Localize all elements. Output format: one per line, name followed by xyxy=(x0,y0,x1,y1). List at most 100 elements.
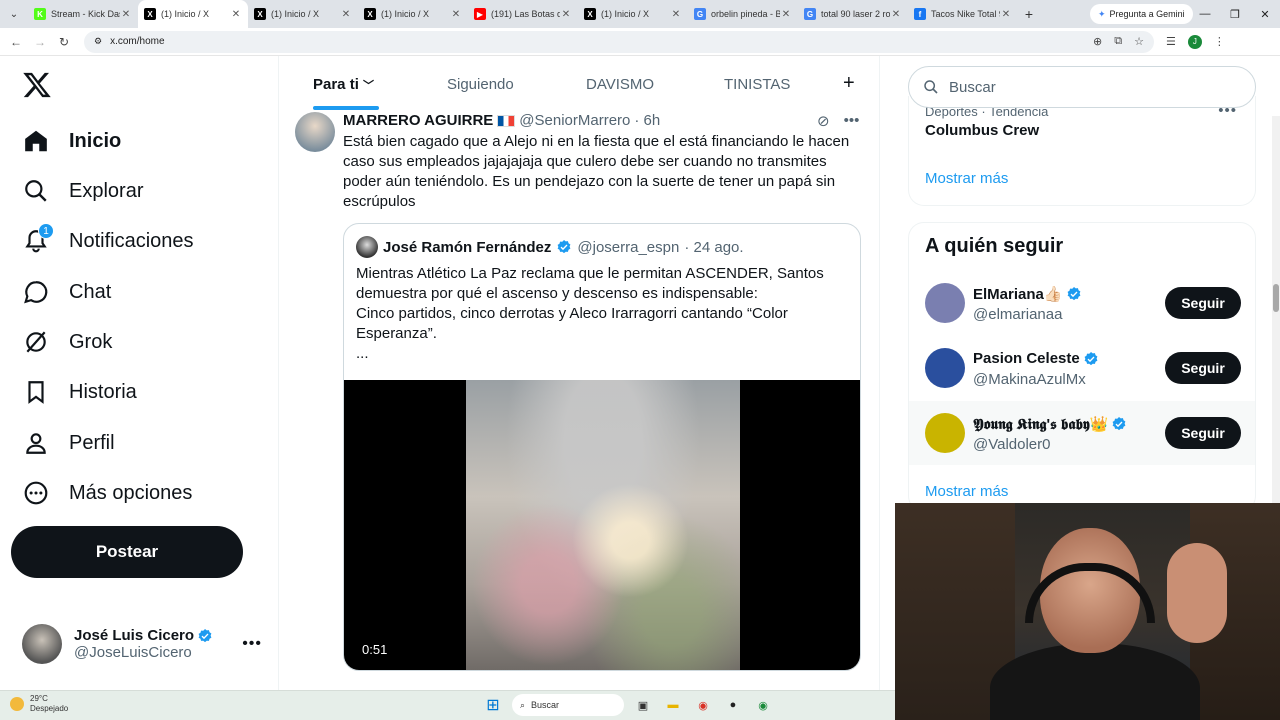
add-list-button[interactable]: + xyxy=(843,72,855,95)
nav-item-explorar[interactable]: Explorar xyxy=(22,174,143,208)
nav-item-notificaciones[interactable]: 1 Notificaciones xyxy=(22,223,194,258)
tweet-author-handle[interactable]: @SeniorMarrero xyxy=(519,112,630,129)
suggestion-avatar xyxy=(925,283,965,323)
nav-label: Chat xyxy=(69,280,112,303)
install-icon[interactable]: ⧉ xyxy=(1114,35,1122,48)
browser-tab[interactable]: K Stream - Kick Dash✕ xyxy=(28,0,138,28)
browser-tab[interactable]: X (1) Inicio / X ✕ xyxy=(358,0,468,28)
user-name: José Luis Cicero xyxy=(74,627,195,644)
quoted-author-name: José Ramón Fernández xyxy=(383,238,552,256)
more-icon[interactable]: ••• xyxy=(844,112,860,130)
nav-item-chat[interactable]: Chat xyxy=(22,275,111,309)
close-tab-icon[interactable]: ✕ xyxy=(560,9,572,20)
browser-tab-title: (1) Inicio / X xyxy=(271,9,320,19)
file-explorer-icon[interactable]: ▬ xyxy=(662,694,684,716)
back-icon[interactable]: ← xyxy=(4,30,28,54)
tweet-author-name[interactable]: MARRERO AGUIRRE xyxy=(343,112,493,129)
gemini-button[interactable]: ✦ Pregunta a Gemini xyxy=(1090,4,1193,24)
follow-button[interactable]: Seguir xyxy=(1165,352,1241,384)
tab-davismo[interactable]: DAVISMO xyxy=(586,76,654,93)
chrome-menu-icon[interactable]: ⋮ xyxy=(1214,35,1225,48)
suggestion-row[interactable]: Pasion Celeste @MakinaAzulMx Seguir xyxy=(909,336,1255,400)
obs-icon[interactable]: ● xyxy=(722,694,744,716)
close-icon[interactable]: ✕ xyxy=(1250,0,1280,28)
reload-icon[interactable]: ↻ xyxy=(52,30,76,54)
reading-list-icon[interactable]: ☰ xyxy=(1166,35,1176,48)
browser-tab-title: orbelin pineda - B xyxy=(711,9,780,19)
task-view-icon[interactable]: ▣ xyxy=(632,694,654,716)
nav-item-inicio[interactable]: Inicio xyxy=(22,124,121,158)
follow-button[interactable]: Seguir xyxy=(1165,417,1241,449)
close-tab-icon[interactable]: ✕ xyxy=(780,9,792,20)
browser-tab[interactable]: X (1) Inicio / X ✕ xyxy=(578,0,688,28)
tab-siguiendo[interactable]: Siguiendo xyxy=(447,76,514,93)
video-player[interactable]: 0:51 xyxy=(344,380,860,670)
nav-item-perfil[interactable]: Perfil xyxy=(22,426,115,460)
restore-icon[interactable]: ❐ xyxy=(1220,0,1250,28)
suggestion-row[interactable]: ElMariana👍🏻 @elmarianaa Seguir xyxy=(909,271,1255,335)
follow-button[interactable]: Seguir xyxy=(1165,287,1241,319)
search-box[interactable]: Buscar xyxy=(908,66,1256,108)
kick-icon: K xyxy=(34,8,46,20)
close-tab-icon[interactable]: ✕ xyxy=(340,9,352,20)
trend-title[interactable]: Columbus Crew xyxy=(925,122,1039,139)
address-bar[interactable]: ⚙ x.com/home ⊕ ⧉ ☆ xyxy=(84,30,1154,53)
zoom-icon[interactable]: ⊕ xyxy=(1093,35,1102,48)
chrome-icon[interactable]: ◉ xyxy=(692,694,714,716)
suggestion-row[interactable]: 𝖄𝖔𝖚𝖓𝖌 𝕶𝖎𝖓𝖌'𝖘 𝖇𝖆𝖇𝖞👑 @Valdoler0 Seguir xyxy=(909,401,1255,465)
x-logo-icon[interactable] xyxy=(22,70,52,100)
bookmark-star-icon[interactable]: ☆ xyxy=(1134,35,1144,48)
browser-tab[interactable]: Gtotal 90 laser 2 ro ✕ xyxy=(798,0,908,28)
browser-tab-title: (1) Inicio / X xyxy=(161,9,210,19)
close-tab-icon[interactable]: ✕ xyxy=(230,9,242,20)
youtube-icon: ▶ xyxy=(474,8,486,20)
account-menu-icon[interactable]: ••• xyxy=(242,635,262,653)
nav-label: Perfil xyxy=(69,431,115,454)
quoted-tweet[interactable]: José Ramón Fernández @joserra_espn · 24 … xyxy=(343,223,861,671)
nav-item-mas-opciones[interactable]: Más opciones xyxy=(22,476,192,510)
webcam-overlay xyxy=(895,503,1280,720)
post-button[interactable]: Postear xyxy=(11,526,243,578)
close-tab-icon[interactable]: ✕ xyxy=(890,9,902,20)
tweet-time[interactable]: · 6h xyxy=(634,112,660,129)
scrollbar-thumb[interactable] xyxy=(1273,284,1279,312)
minimize-icon[interactable]: — xyxy=(1190,0,1220,28)
close-tab-icon[interactable]: ✕ xyxy=(120,9,132,20)
browser-tab[interactable]: X (1) Inicio / X ✕ xyxy=(248,0,358,28)
tab-para-ti[interactable]: Para ti ﹀ xyxy=(313,76,374,93)
tweet-avatar[interactable] xyxy=(295,112,335,152)
show-more-link[interactable]: Mostrar más xyxy=(925,170,1008,187)
tweet-header: MARRERO AGUIRRE @SeniorMarrero · 6h xyxy=(343,112,660,129)
site-info-icon[interactable]: ⚙ xyxy=(94,36,102,47)
suggestion-name-row: Pasion Celeste xyxy=(973,350,1099,367)
browser-tab[interactable]: f Tacos Nike Total 9 ✕ xyxy=(908,0,1018,28)
nav-item-grok[interactable]: Grok xyxy=(22,325,112,359)
browser-tab[interactable]: X (1) Inicio / X ✕ xyxy=(138,0,248,28)
nav-item-historia[interactable]: Historia xyxy=(22,375,137,409)
profile-avatar[interactable]: J xyxy=(1187,34,1202,49)
suggestion-name-row: 𝖄𝖔𝖚𝖓𝖌 𝕶𝖎𝖓𝖌'𝖘 𝖇𝖆𝖇𝖞👑 xyxy=(973,415,1127,433)
tab-label: Para ti xyxy=(313,76,359,93)
show-more-link[interactable]: Mostrar más xyxy=(925,483,1008,500)
close-tab-icon[interactable]: ✕ xyxy=(670,9,682,20)
account-switcher[interactable]: José Luis Cicero @JoseLuisCicero ••• xyxy=(22,622,262,666)
trends-panel: Deportes · Tendencia Columbus Crew ••• M… xyxy=(908,96,1256,206)
taskbar-apps: ⊞ ⌕ Buscar ▣ ▬ ◉ ● ◉ xyxy=(482,694,774,716)
tab-search-icon[interactable]: ⌄ xyxy=(0,0,28,28)
verified-badge-icon xyxy=(1067,287,1080,301)
tab-tinistas[interactable]: TINISTAS xyxy=(724,76,790,93)
chrome-active-icon[interactable]: ◉ xyxy=(752,694,774,716)
browser-tab[interactable]: Gorbelin pineda - B ✕ xyxy=(688,0,798,28)
browser-tab[interactable]: ▶ (191) Las Botas q ✕ xyxy=(468,0,578,28)
close-tab-icon[interactable]: ✕ xyxy=(450,9,462,20)
taskbar-search[interactable]: ⌕ Buscar xyxy=(512,694,624,716)
windows-start-icon[interactable]: ⊞ xyxy=(482,694,504,716)
grok-icon[interactable]: ⊘ xyxy=(817,112,830,130)
new-tab-button[interactable]: + xyxy=(1018,6,1040,22)
weather-widget[interactable]: 29°C Despejado xyxy=(10,694,68,714)
forward-icon[interactable]: → xyxy=(28,30,52,54)
close-tab-icon[interactable]: ✕ xyxy=(1000,9,1012,20)
left-navigation: Inicio Explorar 1 Notificaciones Chat Gr… xyxy=(0,56,278,690)
suggestion-handle: @elmarianaa xyxy=(973,306,1063,323)
suggestion-name: ElMariana👍🏻 xyxy=(973,286,1063,303)
